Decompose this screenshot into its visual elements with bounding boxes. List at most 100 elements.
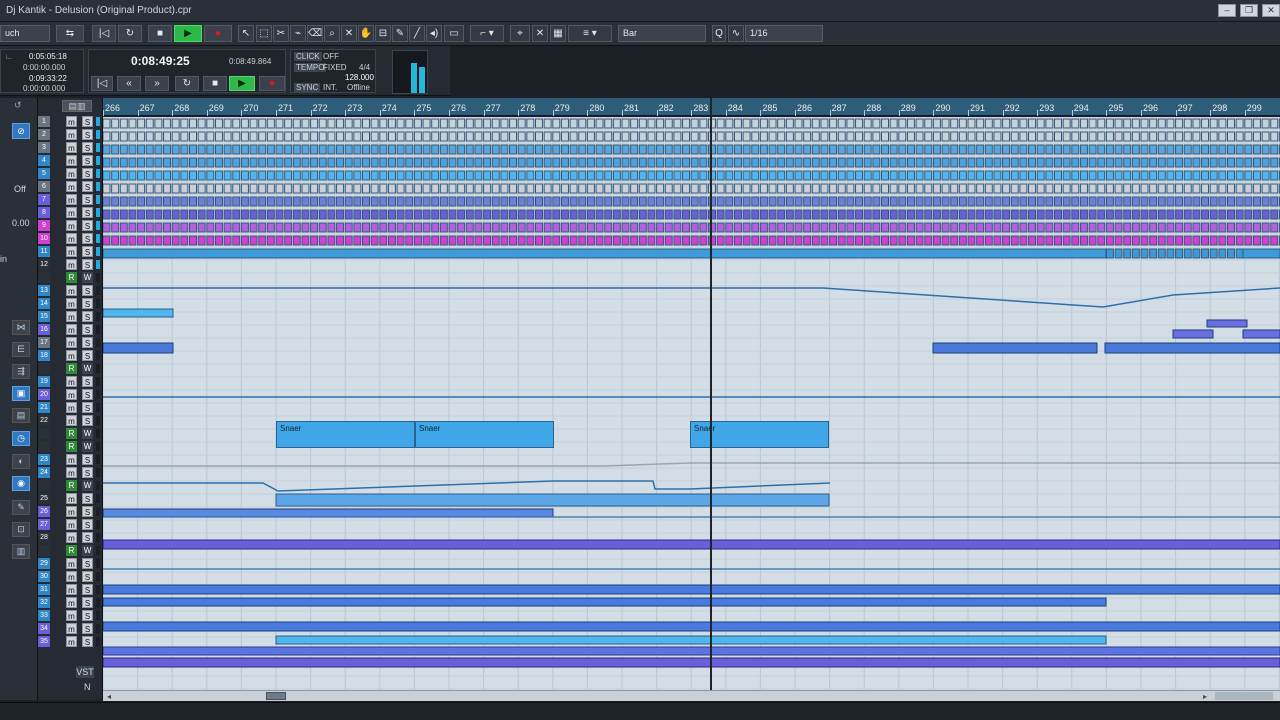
scroll-left-icon[interactable]: ◂ [107,692,111,701]
channel-icon[interactable]: ▣ [12,386,30,401]
sends-icon[interactable]: ⇶ [12,364,30,379]
solo-button[interactable]: S [82,116,93,127]
write-automation-button[interactable]: W [82,480,93,491]
audio-part-snare-1[interactable]: Snaer [276,421,415,448]
write-automation-button[interactable]: W [82,272,93,283]
lock-icon[interactable]: ⊡ [12,522,30,537]
track-header[interactable]: 17 m S [38,336,102,349]
read-automation-button[interactable]: R [66,480,77,491]
mute-button[interactable]: m [66,246,77,257]
snap-toggle-icon[interactable]: ✕ [532,25,548,42]
inspector-tab-icon[interactable]: ⊘ [12,123,30,139]
maximize-button[interactable]: ❐ [1240,4,1258,17]
solo-button[interactable]: S [82,376,93,387]
mute-button[interactable]: m [66,311,77,322]
mute-tool-icon[interactable]: ✕ [341,25,357,42]
tempo-label[interactable]: TEMPO [294,63,327,72]
track-header[interactable]: 7 mS [38,193,102,206]
solo-button[interactable]: S [82,350,93,361]
track-header[interactable]: 29 m S [38,557,102,570]
play-button-icon[interactable]: ▶ [174,25,202,42]
solo-button[interactable]: S [82,220,93,231]
track-header[interactable]: 11 m S [38,245,102,258]
solo-button[interactable]: S [82,311,93,322]
write-automation-button[interactable]: W [82,363,93,374]
mute-button[interactable]: m [66,376,77,387]
solo-button[interactable]: S [82,142,93,153]
track-header[interactable]: 19 m S [38,375,102,388]
track-header[interactable]: 21 m S [38,401,102,414]
solo-button[interactable]: S [82,532,93,543]
track-header[interactable]: 25 m S [38,492,102,505]
track-header[interactable]: 23 m S [38,453,102,466]
mute-button[interactable]: m [66,467,77,478]
solo-button[interactable]: S [82,597,93,608]
mute-button[interactable]: m [66,506,77,517]
solo-button[interactable]: S [82,623,93,634]
solo-button[interactable]: S [82,454,93,465]
edit-icon[interactable]: ✎ [12,500,30,515]
solo-button[interactable]: S [82,181,93,192]
solo-button[interactable]: S [82,259,93,270]
vst-label[interactable]: VST [76,666,94,678]
track-list-header-icon[interactable]: ▤▥ [62,100,92,112]
n-label[interactable]: N [84,682,91,692]
solo-button[interactable]: S [82,467,93,478]
track-header[interactable]: 35 m S [38,635,102,648]
track-header[interactable]: 16 m S [38,323,102,336]
mute-button[interactable]: m [66,233,77,244]
snap-mode-icon[interactable]: ⌖ [510,25,530,42]
snap-type-select[interactable]: Bar [618,25,706,42]
mute-button[interactable]: m [66,415,77,426]
solo-button[interactable]: S [82,168,93,179]
track-header[interactable]: 27 m S [38,518,102,531]
track-header[interactable]: 33 m S [38,609,102,622]
solo-button[interactable]: S [82,246,93,257]
autoscroll-button-icon[interactable]: ⌐ ▾ [470,25,504,42]
minimize-button[interactable]: ‒ [1218,4,1236,17]
track-header[interactable]: 10 m S [38,232,102,245]
split-tool-icon[interactable]: ✂ [273,25,289,42]
track-header[interactable]: 1 mS [38,115,102,128]
eq-icon[interactable]: ⋿ [12,342,30,357]
project-window[interactable]: Snaer Snaer Snaer [103,117,1280,690]
read-automation-button[interactable]: R [66,441,77,452]
track-header[interactable]: RW [38,544,102,557]
write-automation-button[interactable]: W [82,545,93,556]
track-header[interactable]: 30 m S [38,570,102,583]
iterative-quantize-icon[interactable]: ∿ [728,25,744,42]
solo-button[interactable]: S [82,285,93,296]
read-automation-button[interactable]: R [66,545,77,556]
quantize-select[interactable]: 1/16 [745,25,823,42]
mute-button[interactable]: m [66,220,77,231]
solo-button[interactable]: S [82,207,93,218]
track-header[interactable]: RW [38,440,102,453]
solo-button[interactable]: S [82,298,93,309]
monitor-icon[interactable]: ◉ [12,476,30,491]
track-header[interactable]: 14 m S [38,297,102,310]
mute-button[interactable]: m [66,558,77,569]
mute-button[interactable]: m [66,194,77,205]
punch-in-icon[interactable]: ∟ [5,52,13,61]
mute-button[interactable]: m [66,259,77,270]
mute-button[interactable]: m [66,610,77,621]
mute-button[interactable]: m [66,285,77,296]
stop-transport-icon[interactable]: ■ [203,76,227,91]
audio-part-snare-2[interactable]: Snaer [415,421,554,448]
line-tool-icon[interactable]: ╱ [409,25,425,42]
mute-button[interactable]: m [66,129,77,140]
mute-button[interactable]: m [66,207,77,218]
solo-button[interactable]: S [82,610,93,621]
constrain-delay-button[interactable]: ⇆ [56,25,84,42]
track-header[interactable]: 6 mS [38,180,102,193]
main-time-display[interactable]: 0:08:49:25 [131,54,190,68]
mute-button[interactable]: m [66,571,77,582]
mute-button[interactable]: m [66,181,77,192]
read-automation-button[interactable]: R [66,363,77,374]
track-header[interactable]: 32 m S [38,596,102,609]
mute-button[interactable]: m [66,493,77,504]
read-automation-button[interactable]: R [66,428,77,439]
sync-label[interactable]: SYNC [294,83,321,92]
read-automation-button[interactable]: R [66,272,77,283]
fast-forward-icon[interactable]: » [145,76,169,91]
